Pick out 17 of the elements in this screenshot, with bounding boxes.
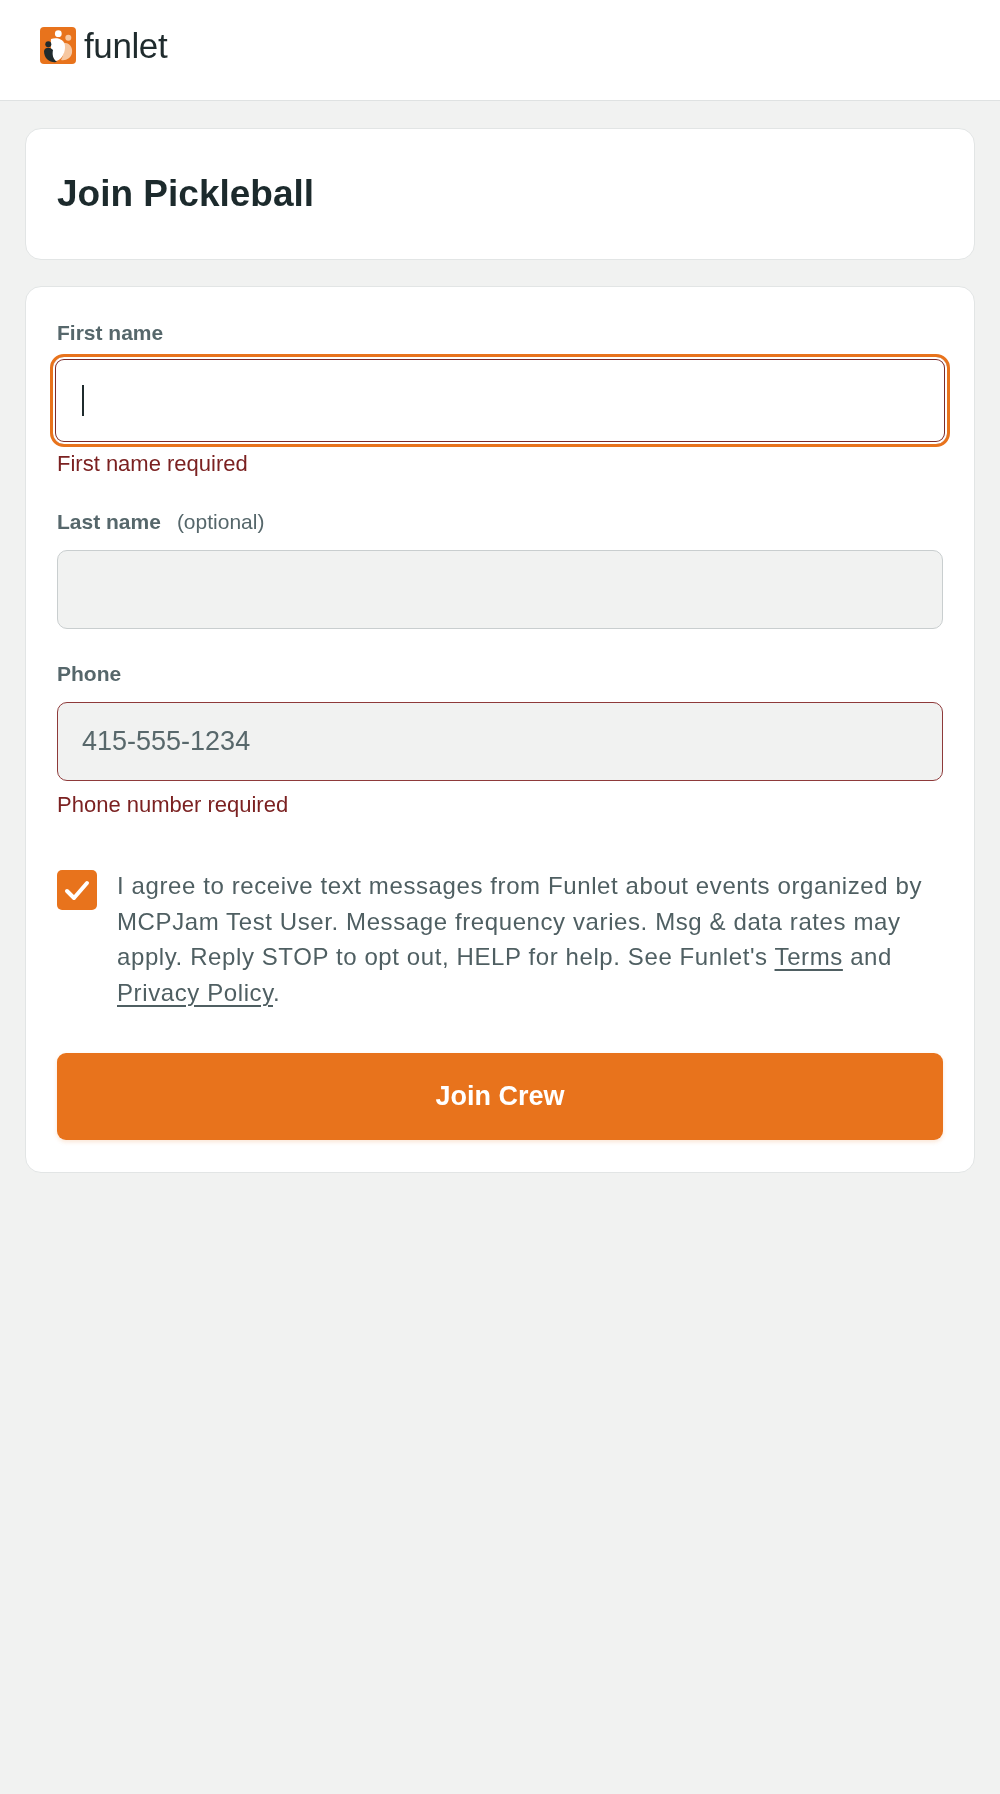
field-label: Phone — [57, 661, 122, 687]
optional-note: (optional) — [176, 509, 265, 535]
check-icon — [64, 879, 90, 901]
field-label: Last name — [57, 509, 161, 535]
logo-text: funlet — [84, 28, 168, 64]
error-message: Phone number required — [57, 792, 289, 818]
text-link[interactable]: Privacy Policy — [117, 979, 273, 1007]
logo-icon — [40, 27, 76, 64]
page-title: Join Pickleball — [57, 172, 315, 216]
text-link[interactable]: Terms — [774, 943, 843, 971]
error-message: First name required — [57, 451, 248, 477]
input-field[interactable] — [50, 354, 950, 447]
consent-text: I agree to receive text messages from Funlet about events organized by MCPJam Test User. Message frequency varies. Msg & data rates may apply. Reply STOP to opt out, HELP for help. See Funlet's Terms and Privacy Policy. — [117, 871, 924, 1009]
field-label: First name — [57, 320, 164, 346]
input-field[interactable]: 415-555-1234 — [57, 702, 943, 781]
checkbox[interactable] — [57, 870, 97, 910]
text-cursor-icon — [82, 385, 84, 416]
